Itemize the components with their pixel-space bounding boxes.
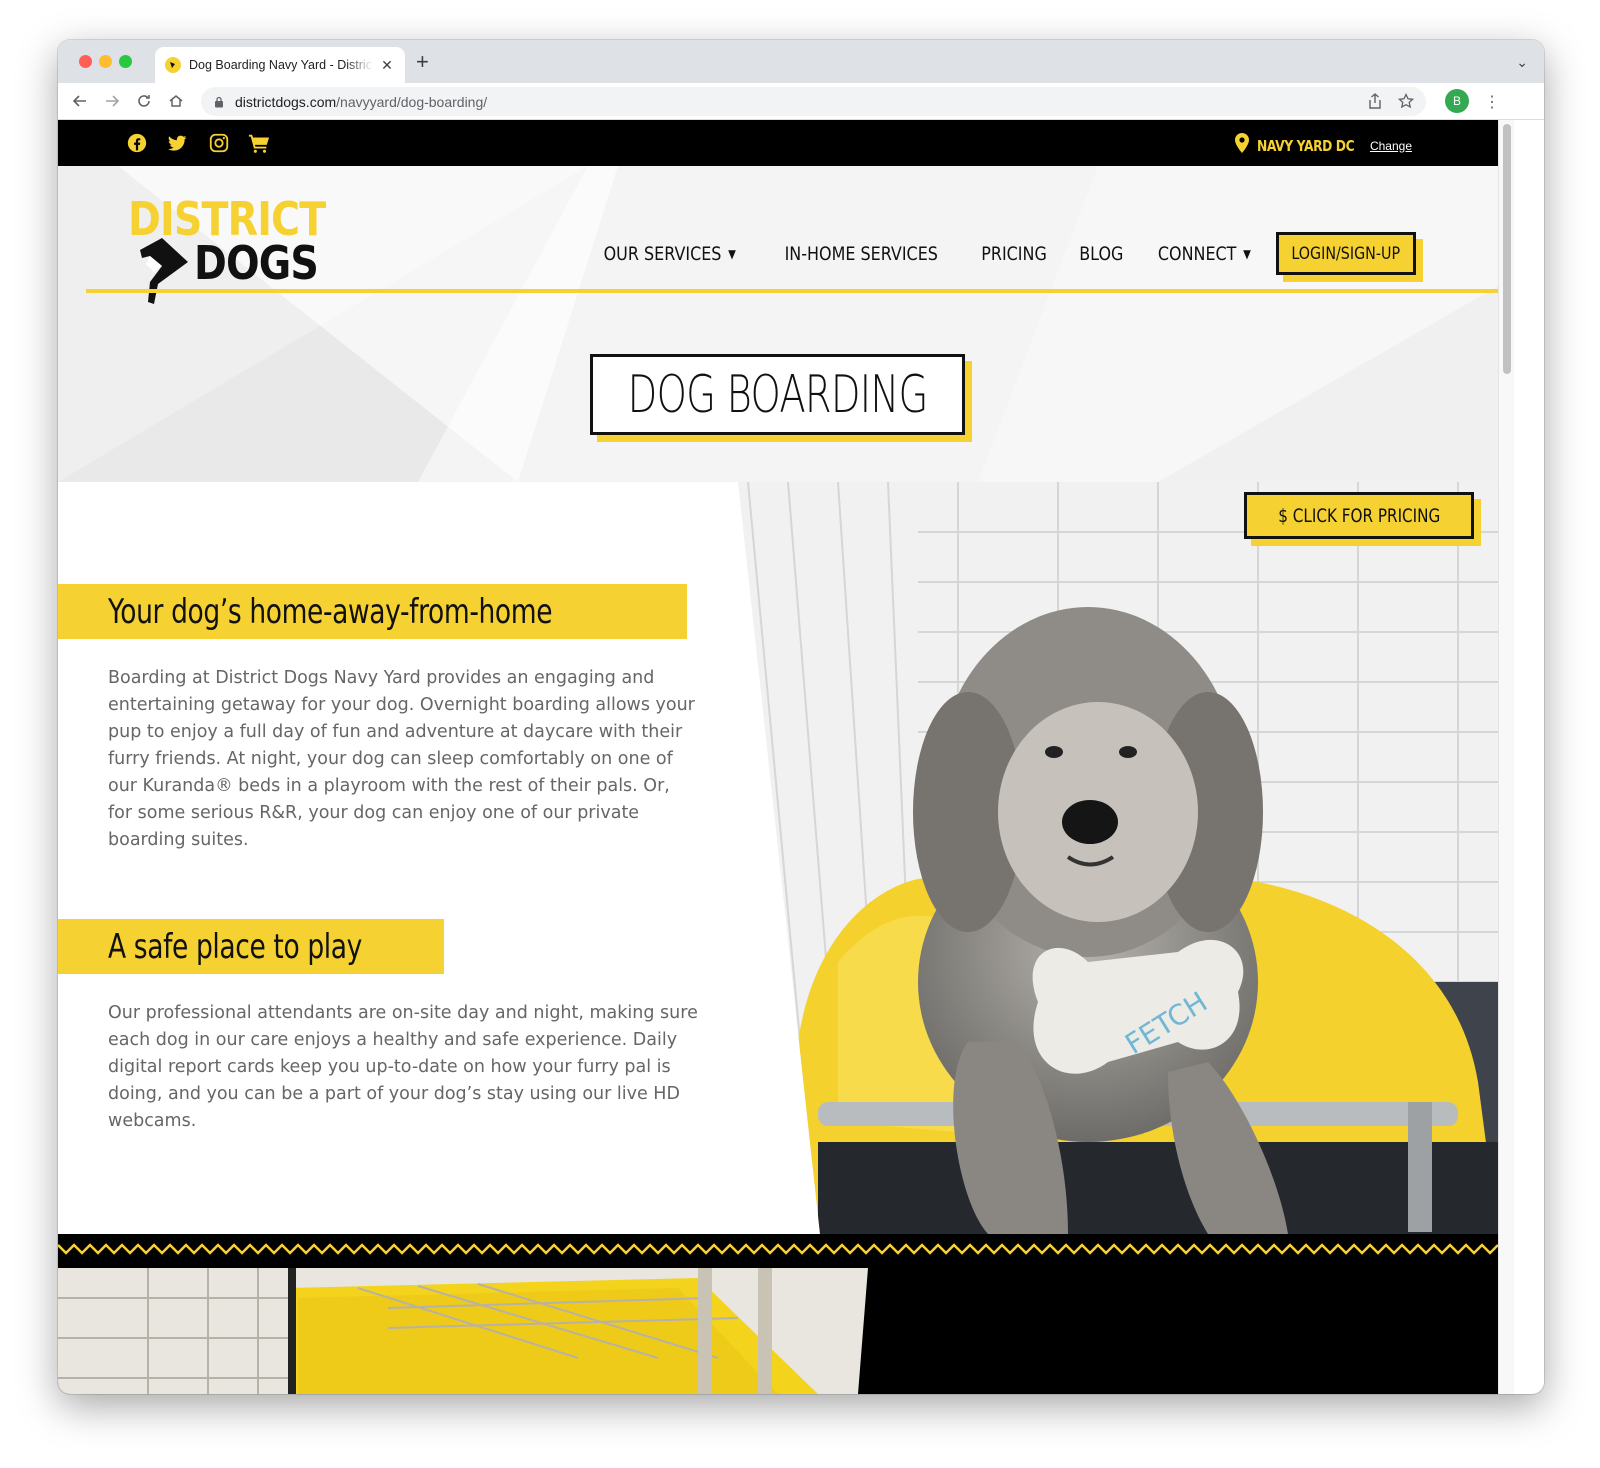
url-path: /navyyard/dog-boarding/ bbox=[336, 93, 488, 110]
page-title: DOG BOARDING bbox=[627, 364, 929, 425]
page-title-box: DOG BOARDING bbox=[590, 354, 965, 435]
lock-icon bbox=[215, 96, 223, 107]
pricing-button-wrapper: $ CLICK FOR PRICING bbox=[1244, 492, 1481, 546]
district-dogs-logo[interactable]: DISTRICT DOGS bbox=[128, 196, 326, 304]
section-body-home: Boarding at District Dogs Navy Yard prov… bbox=[108, 668, 695, 850]
header-divider bbox=[86, 289, 1498, 293]
cart-icon[interactable] bbox=[248, 132, 272, 156]
page-scrollbar[interactable] bbox=[1498, 120, 1514, 1394]
tab-close-icon[interactable]: ✕ bbox=[379, 57, 395, 74]
site-header: DISTRICT DOGS OUR SERVICES ▼ IN-HOME SERV… bbox=[58, 166, 1498, 482]
login-signup-label: LOGIN/SIGN-UP bbox=[1291, 243, 1401, 264]
change-location-link[interactable]: Change bbox=[1370, 139, 1412, 153]
facebook-icon[interactable] bbox=[126, 132, 150, 156]
section-heading-home: Your dog’s home-away-from-home bbox=[58, 584, 688, 639]
favicon-icon bbox=[165, 57, 181, 73]
nav-our-services-label: OUR SERVICES bbox=[603, 242, 721, 265]
location-selector: NAVY YARD DC Change bbox=[1235, 133, 1412, 158]
login-signup-button[interactable]: LOGIN/SIGN-UP bbox=[1276, 232, 1416, 275]
click-for-pricing-button[interactable]: $ CLICK FOR PRICING bbox=[1244, 492, 1474, 539]
tab-search-chevron-icon[interactable]: ⌄ bbox=[1516, 54, 1528, 71]
page-title-wrapper: DOG BOARDING bbox=[590, 354, 972, 442]
login-signup-wrapper: LOGIN/SIGN-UP bbox=[1276, 232, 1423, 282]
browser-tab[interactable]: Dog Boarding Navy Yard - District Dogs ✕ bbox=[155, 47, 405, 83]
location-label: NAVY YARD DC bbox=[1257, 136, 1355, 155]
home-icon[interactable] bbox=[166, 91, 186, 111]
browser-menu-icon[interactable]: ⋮ bbox=[1484, 92, 1500, 112]
section-heading-safe-text: A safe place to play bbox=[108, 926, 362, 967]
share-icon[interactable] bbox=[1368, 93, 1382, 109]
nav-connect[interactable]: CONNECT ▼ bbox=[1158, 243, 1251, 265]
browser-toolbar: districtdogs.com/navyyard/dog-boarding/ … bbox=[58, 83, 1544, 120]
zigzag-divider bbox=[58, 1243, 1498, 1255]
nav-in-home-services[interactable]: IN-HOME SERVICES bbox=[785, 243, 938, 265]
twitter-icon[interactable] bbox=[166, 132, 190, 156]
minimize-window-button[interactable] bbox=[99, 55, 112, 68]
maximize-window-button[interactable] bbox=[119, 55, 132, 68]
browser-window: Dog Boarding Navy Yard - District Dogs ✕… bbox=[58, 40, 1544, 1394]
url-host: districtdogs.com bbox=[235, 93, 337, 110]
section-body-safe: Our professional attendants are on-site … bbox=[108, 1003, 698, 1131]
address-bar[interactable]: districtdogs.com/navyyard/dog-boarding/ bbox=[201, 87, 1426, 116]
section-heading-safe: A safe place to play bbox=[58, 919, 444, 974]
main-nav: OUR SERVICES ▼ IN-HOME SERVICES PRICING B… bbox=[569, 232, 1423, 282]
click-for-pricing-label: CLICK FOR PRICING bbox=[1292, 504, 1441, 527]
map-pin-icon bbox=[1235, 133, 1250, 158]
instagram-icon[interactable] bbox=[208, 132, 232, 156]
content-section: FETCH Your dog’s home-away-from-home Boa… bbox=[58, 482, 1498, 1234]
nav-blog[interactable]: BLOG bbox=[1079, 243, 1123, 265]
close-window-button[interactable] bbox=[79, 55, 92, 68]
dropdown-caret-icon: ▼ bbox=[1243, 246, 1252, 261]
logo-dogs-text: DOGS bbox=[194, 236, 319, 290]
profile-avatar[interactable]: B bbox=[1445, 89, 1469, 113]
top-bar: NAVY YARD DC Change bbox=[58, 120, 1498, 166]
forward-icon[interactable] bbox=[102, 91, 122, 111]
boarding-room-photo bbox=[58, 1268, 868, 1394]
dropdown-caret-icon: ▼ bbox=[727, 246, 736, 261]
new-tab-icon[interactable]: + bbox=[416, 51, 429, 73]
logo-dog-mark-icon bbox=[140, 238, 188, 304]
scrollbar-thumb[interactable] bbox=[1503, 124, 1511, 374]
back-icon[interactable] bbox=[70, 91, 90, 111]
section-heading-home-text: Your dog’s home-away-from-home bbox=[108, 591, 553, 632]
bookmark-star-icon[interactable] bbox=[1398, 93, 1414, 109]
nav-our-services[interactable]: OUR SERVICES ▼ bbox=[603, 243, 735, 265]
nav-pricing[interactable]: PRICING bbox=[981, 243, 1047, 265]
tab-title: Dog Boarding Navy Yard - District Dogs bbox=[189, 58, 373, 72]
nav-connect-label: CONNECT bbox=[1158, 242, 1237, 265]
reload-icon[interactable] bbox=[134, 91, 154, 111]
dollar-icon: $ bbox=[1277, 504, 1293, 527]
tab-strip: Dog Boarding Navy Yard - District Dogs ✕… bbox=[58, 40, 1544, 83]
page-viewport: NAVY YARD DC Change DISTRICT DOGS OUR SE… bbox=[58, 120, 1498, 1394]
bottom-section bbox=[58, 1234, 1498, 1394]
